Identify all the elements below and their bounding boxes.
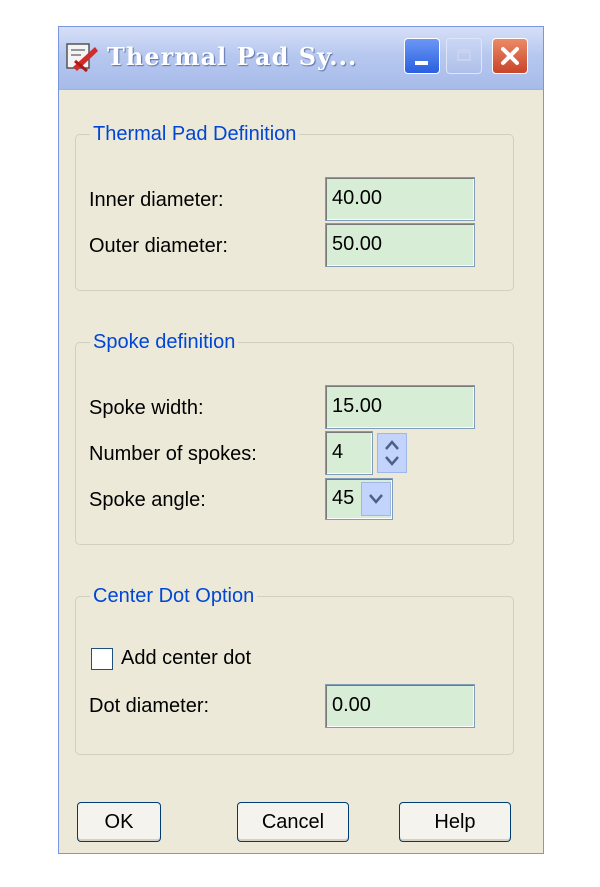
spokes-spinner-button[interactable] [377, 433, 407, 473]
spoke-width-label: Spoke width: [89, 397, 204, 419]
inner-diameter-label: Inner diameter: [89, 189, 224, 211]
center-dot-option-group: Center Dot Option [75, 585, 514, 755]
pad-settings-icon [65, 41, 99, 73]
chevron-down-icon [369, 494, 383, 504]
window-title: Thermal Pad Sy... [107, 42, 358, 71]
dot-diameter-label: Dot diameter: [89, 695, 210, 717]
close-button[interactable] [492, 38, 528, 74]
spoke-definition-group: Spoke definition [75, 331, 514, 545]
spoke-width-field[interactable]: 15.00 [325, 385, 475, 429]
number-of-spokes-label: Number of spokes: [89, 443, 257, 465]
ok-button[interactable]: OK [77, 802, 161, 842]
thermal-pad-dialog: Thermal Pad Sy... Thermal Pad Definition… [58, 26, 544, 854]
spinner-arrows-icon [385, 440, 399, 466]
add-center-dot-label: Add center dot [121, 647, 252, 669]
maximize-button [446, 38, 482, 74]
group-legend: Spoke definition [93, 331, 236, 353]
spoke-angle-label: Spoke angle: [89, 489, 206, 511]
group-legend: Center Dot Option [93, 585, 255, 607]
title-bar[interactable]: Thermal Pad Sy... [59, 27, 543, 90]
minimize-button[interactable] [404, 38, 440, 74]
cancel-button[interactable]: Cancel [237, 802, 349, 842]
close-icon [501, 47, 519, 65]
outer-diameter-field[interactable]: 50.00 [325, 223, 475, 267]
spoke-angle-dropdown-button[interactable] [361, 482, 391, 516]
dot-diameter-field[interactable]: 0.00 [325, 684, 475, 728]
inner-diameter-field[interactable]: 40.00 [325, 177, 475, 221]
group-legend: Thermal Pad Definition [93, 123, 297, 145]
outer-diameter-label: Outer diameter: [89, 235, 228, 257]
add-center-dot-checkbox[interactable] [91, 648, 113, 670]
help-button[interactable]: Help [399, 802, 511, 842]
number-of-spokes-field[interactable]: 4 [325, 431, 373, 475]
